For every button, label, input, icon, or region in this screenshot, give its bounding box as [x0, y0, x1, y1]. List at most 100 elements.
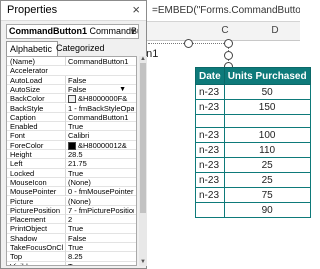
date-cell[interactable]: n-23: [195, 142, 225, 158]
date-cell[interactable]: n-23: [195, 99, 225, 115]
units-cell[interactable]: 90: [223, 202, 311, 218]
date-cell[interactable]: n-23: [195, 127, 225, 143]
property-row[interactable]: BackStyle 1 - fmBackStyleOpaque: [7, 103, 136, 113]
date-cell[interactable]: [195, 114, 225, 128]
properties-titlebar[interactable]: Properties ×: [1, 1, 146, 21]
property-name: Shadow: [10, 233, 38, 243]
property-row[interactable]: AutoLoad False: [7, 75, 136, 85]
property-value[interactable]: 21.75: [65, 159, 134, 169]
table-row: n-23 100: [195, 127, 311, 143]
chevron-down-icon[interactable]: ▼: [129, 25, 137, 38]
tab-alphabetic[interactable]: Alphabetic: [6, 41, 58, 56]
resize-handle-right-middle[interactable]: [224, 51, 233, 60]
close-icon[interactable]: ×: [132, 2, 140, 17]
property-row[interactable]: MouseIcon (None): [7, 177, 136, 188]
property-row[interactable]: Height 28.5: [7, 150, 136, 160]
property-value[interactable]: Calibri: [65, 131, 134, 141]
scroll-down-icon[interactable]: ▼: [139, 259, 147, 265]
scroll-up-icon[interactable]: ▲: [139, 56, 147, 62]
property-value[interactable]: True: [65, 168, 134, 178]
date-cell[interactable]: n-23: [195, 172, 225, 188]
property-row[interactable]: PicturePosition 7 - fmPicturePositionAbov…: [7, 205, 136, 216]
property-value-text: 21.75: [68, 159, 87, 169]
property-row[interactable]: MousePointer 0 - fmMousePointerDefault: [7, 187, 136, 197]
property-value[interactable]: 8.25: [65, 252, 134, 262]
units-cell[interactable]: 50: [223, 84, 311, 100]
property-value[interactable]: &H80000012&: [65, 140, 134, 150]
units-cell[interactable]: 25: [223, 157, 311, 173]
object-selector[interactable]: CommandButton1 CommandButton ▼: [6, 24, 139, 39]
column-header-c[interactable]: C: [200, 22, 250, 40]
properties-title: Properties: [7, 4, 58, 16]
property-value-text: True: [68, 262, 83, 265]
property-value-text: (None): [68, 177, 91, 187]
property-row[interactable]: Accelerator: [7, 66, 136, 76]
property-row[interactable]: Left 21.75: [7, 159, 136, 169]
property-value-text: 7 - fmPicturePositionAbove: [68, 205, 134, 215]
units-cell[interactable]: 75: [223, 187, 311, 203]
property-value[interactable]: CommandButton1: [65, 112, 134, 122]
property-value[interactable]: 2: [65, 215, 134, 225]
property-row[interactable]: Font Calibri: [7, 131, 136, 141]
property-value[interactable]: CommandButton1: [65, 57, 134, 66]
property-row[interactable]: BackColor &H8000000F&: [7, 94, 136, 104]
property-value-text: False: [68, 233, 87, 243]
property-value-text: True: [68, 243, 84, 252]
column-header-d[interactable]: D: [250, 22, 300, 40]
resize-handle-top-middle[interactable]: [184, 39, 193, 48]
tab-categorized[interactable]: Categorized: [53, 41, 111, 55]
property-row[interactable]: ForeColor &H80000012&: [7, 140, 136, 150]
property-value-text: 2: [68, 215, 73, 225]
property-value[interactable]: (None): [65, 196, 134, 206]
units-cell[interactable]: [223, 114, 311, 128]
table-header-row: Date Units Purchased: [195, 67, 311, 85]
property-row[interactable]: TakeFocusOnClick True: [7, 243, 136, 253]
property-row[interactable]: (Name) CommandButton1: [7, 57, 136, 67]
units-cell[interactable]: 25: [223, 172, 311, 188]
date-cell[interactable]: [195, 202, 225, 218]
color-swatch-icon: [68, 95, 76, 104]
property-row[interactable]: Caption CommandButton1: [7, 112, 136, 123]
property-name: PrintObject: [10, 224, 48, 234]
property-row[interactable]: PrintObject True: [7, 224, 136, 234]
property-row[interactable]: Placement 2: [7, 215, 136, 225]
property-value[interactable]: 7 - fmPicturePositionAbove: [65, 205, 134, 215]
property-value[interactable]: 1 - fmBackStyleOpaque: [65, 103, 134, 113]
property-value-text: 8.25: [68, 252, 83, 262]
property-row[interactable]: Visible True: [7, 261, 136, 265]
property-value[interactable]: True: [65, 122, 134, 132]
formula-bar[interactable]: =EMBED("Forms.CommandButton.1",""): [130, 0, 300, 22]
chevron-down-icon[interactable]: ▼: [119, 85, 126, 94]
property-value[interactable]: False ▼: [65, 84, 134, 94]
table-row: n-23 50: [195, 84, 311, 100]
property-row[interactable]: Shadow False: [7, 233, 136, 243]
property-value[interactable]: 0 - fmMousePointerDefault: [65, 187, 134, 197]
property-value-text: False: [68, 75, 87, 85]
property-value[interactable]: &H8000000F&: [65, 94, 134, 104]
property-value[interactable]: True: [65, 261, 134, 265]
property-value[interactable]: (None): [65, 177, 134, 187]
table-row: n-23 75: [195, 187, 311, 203]
resize-handle-top-right[interactable]: [224, 39, 233, 48]
units-cell[interactable]: 100: [223, 127, 311, 143]
property-value[interactable]: False: [65, 75, 134, 85]
property-value[interactable]: 28.5: [65, 150, 134, 159]
scrollbar-thumb[interactable]: [140, 63, 146, 213]
property-value[interactable]: True: [65, 224, 134, 234]
property-row[interactable]: Locked True: [7, 168, 136, 178]
date-cell[interactable]: n-23: [195, 187, 225, 203]
table-row: n-23 110: [195, 142, 311, 158]
date-cell[interactable]: n-23: [195, 84, 225, 100]
property-name: AutoLoad: [10, 75, 43, 85]
property-name: Accelerator: [10, 66, 48, 76]
header-date: Date: [195, 67, 225, 85]
property-row[interactable]: Top 8.25: [7, 252, 136, 262]
property-row[interactable]: Enabled True: [7, 122, 136, 132]
property-row[interactable]: Picture (None): [7, 196, 136, 206]
property-row[interactable]: AutoSize False ▼: [7, 84, 136, 95]
property-value[interactable]: True: [65, 243, 134, 252]
units-cell[interactable]: 110: [223, 142, 311, 158]
units-cell[interactable]: 150: [223, 99, 311, 115]
property-value[interactable]: False: [65, 233, 134, 243]
date-cell[interactable]: n-23: [195, 157, 225, 173]
